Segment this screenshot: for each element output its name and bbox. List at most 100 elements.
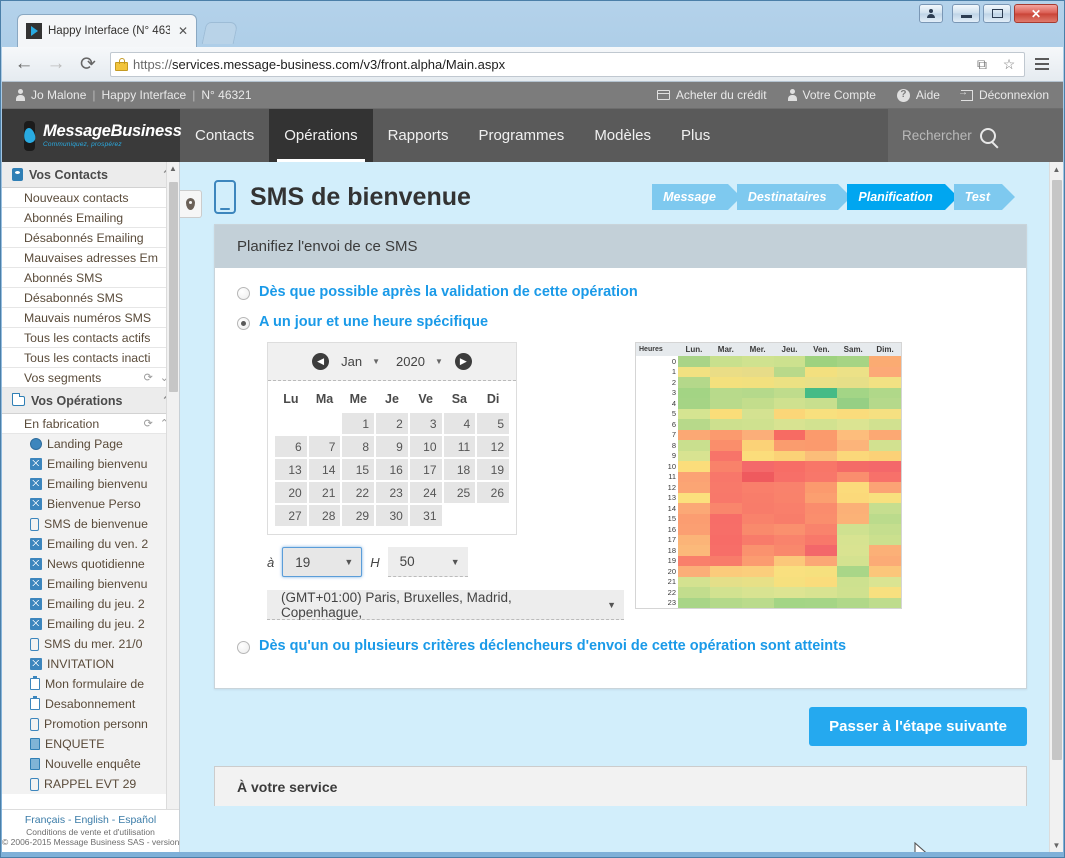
heatmap-cell[interactable] (773, 366, 806, 377)
calendar-day[interactable]: 16 (376, 459, 408, 480)
heatmap-cell[interactable] (709, 576, 742, 587)
calendar-day[interactable]: 21 (308, 482, 341, 503)
heatmap-cell[interactable] (805, 398, 838, 409)
heatmap-cell[interactable] (869, 429, 902, 440)
timezone-select[interactable]: (GMT+01:00) Paris, Bruxelles, Madrid, Co… (267, 590, 624, 620)
calendar-day[interactable]: 11 (443, 436, 476, 457)
main-scrollbar[interactable]: ▲ ▼ (1049, 162, 1063, 852)
heatmap-cell[interactable] (678, 450, 710, 461)
heatmap-cell[interactable] (805, 377, 838, 388)
heatmap-cell[interactable] (869, 482, 902, 493)
heatmap-cell[interactable] (741, 555, 774, 566)
heatmap-cell[interactable] (741, 597, 774, 608)
heatmap-cell[interactable] (869, 450, 902, 461)
heatmap-cell[interactable] (678, 566, 710, 577)
heatmap-cell[interactable] (741, 450, 774, 461)
heatmap-cell[interactable] (678, 419, 710, 430)
heatmap-cell[interactable] (805, 387, 838, 398)
heatmap-cell[interactable] (837, 419, 870, 430)
sidebar-operation-item[interactable]: Bienvenue Perso (2, 494, 179, 514)
heatmap-cell[interactable] (869, 576, 902, 587)
step-planification[interactable]: Planification (847, 184, 959, 210)
calendar-day[interactable]: 28 (308, 505, 341, 526)
heatmap-cell[interactable] (709, 503, 742, 514)
radio-specific-datetime[interactable] (237, 317, 250, 330)
heatmap-cell[interactable] (837, 597, 870, 608)
heatmap-cell[interactable] (741, 524, 774, 535)
heatmap-cell[interactable] (741, 387, 774, 398)
calendar-day[interactable]: 13 (275, 459, 307, 480)
heatmap-cell[interactable] (869, 419, 902, 430)
sidebar-item-contact-8[interactable]: Tous les contacts inacti (2, 348, 179, 368)
heatmap-cell[interactable] (869, 366, 902, 377)
sidebar-scroll-thumb[interactable] (169, 182, 178, 392)
heatmap-cell[interactable] (709, 482, 742, 493)
calendar-day[interactable]: 23 (376, 482, 408, 503)
calendar-day[interactable]: 19 (477, 459, 509, 480)
sidebar-item-contact-0[interactable]: Nouveaux contacts (2, 188, 179, 208)
help-link[interactable]: ? Aide (896, 88, 940, 102)
heatmap-cell[interactable] (837, 566, 870, 577)
heatmap-cell[interactable] (741, 366, 774, 377)
heatmap-cell[interactable] (773, 450, 806, 461)
option-specific-row[interactable]: A un jour et une heure spécifique (237, 314, 1004, 330)
sidebar-section-operations[interactable]: Vos Opérations ⌃ (2, 388, 179, 414)
language-links[interactable]: Français - English - Español (2, 814, 179, 826)
heatmap-cell[interactable] (709, 387, 742, 398)
refresh-icon[interactable]: ⟳ (144, 417, 153, 430)
heatmap-cell[interactable] (869, 398, 902, 409)
heatmap-cell[interactable] (837, 387, 870, 398)
heatmap-cell[interactable] (678, 440, 710, 451)
heatmap-cell[interactable] (773, 440, 806, 451)
heatmap-cell[interactable] (773, 555, 806, 566)
sidebar-item-contact-6[interactable]: Mauvais numéros SMS (2, 308, 179, 328)
heatmap-cell[interactable] (741, 408, 774, 419)
calendar-day[interactable]: 10 (409, 436, 442, 457)
heatmap-cell[interactable] (773, 587, 806, 598)
heatmap-cell[interactable] (773, 503, 806, 514)
heatmap-cell[interactable] (678, 492, 710, 503)
heatmap-cell[interactable] (837, 555, 870, 566)
sidebar-operation-item[interactable]: SMS du mer. 21/0 (2, 634, 179, 654)
heatmap-cell[interactable] (805, 482, 838, 493)
heatmap-cell[interactable] (805, 419, 838, 430)
calendar-day[interactable]: 1 (342, 413, 375, 434)
heatmap-cell[interactable] (678, 555, 710, 566)
heatmap-cell[interactable] (709, 419, 742, 430)
nav-tab-programmes[interactable]: Programmes (463, 109, 579, 162)
option-triggers-label[interactable]: Dès qu'un ou plusieurs critères déclench… (259, 638, 846, 654)
calendar-day[interactable]: 2 (376, 413, 408, 434)
calendar-day[interactable]: 25 (443, 482, 476, 503)
heatmap-cell[interactable] (837, 408, 870, 419)
heatmap-cell[interactable] (678, 545, 710, 556)
heatmap-cell[interactable] (805, 429, 838, 440)
heatmap-cell[interactable] (709, 450, 742, 461)
hour-select[interactable]: 19 ▼ (282, 547, 363, 577)
heatmap-cell[interactable] (869, 461, 902, 472)
heatmap-cell[interactable] (805, 566, 838, 577)
heatmap-cell[interactable] (678, 482, 710, 493)
sidebar-operation-item[interactable]: SMS de bienvenue (2, 514, 179, 534)
heatmap-cell[interactable] (678, 398, 710, 409)
option-asap-row[interactable]: Dès que possible après la validation de … (237, 284, 1004, 300)
heatmap-cell[interactable] (869, 566, 902, 577)
heatmap-cell[interactable] (741, 377, 774, 388)
heatmap-cell[interactable] (805, 576, 838, 587)
heatmap-cell[interactable] (805, 587, 838, 598)
option-specific-label[interactable]: A un jour et une heure spécifique (259, 314, 488, 330)
heatmap-cell[interactable] (805, 366, 838, 377)
calendar-day[interactable]: 15 (342, 459, 375, 480)
main-scroll-thumb[interactable] (1052, 180, 1062, 760)
heatmap-cell[interactable] (805, 524, 838, 535)
sidebar-item-contact-5[interactable]: Désabonnés SMS (2, 288, 179, 308)
nav-tab-rapports[interactable]: Rapports (373, 109, 464, 162)
heatmap-cell[interactable] (741, 576, 774, 587)
heatmap-cell[interactable] (709, 471, 742, 482)
next-step-button[interactable]: Passer à l'étape suivante (809, 707, 1027, 746)
heatmap-cell[interactable] (869, 356, 902, 367)
sidebar-item-en-fabrication[interactable]: En fabrication ⟳ ⌃ (2, 414, 179, 434)
sidebar-section-contacts[interactable]: Vos Contacts ⌃ (2, 162, 179, 188)
heatmap-cell[interactable] (773, 566, 806, 577)
heatmap-cell[interactable] (741, 513, 774, 524)
map-pin-tab[interactable] (180, 190, 202, 218)
